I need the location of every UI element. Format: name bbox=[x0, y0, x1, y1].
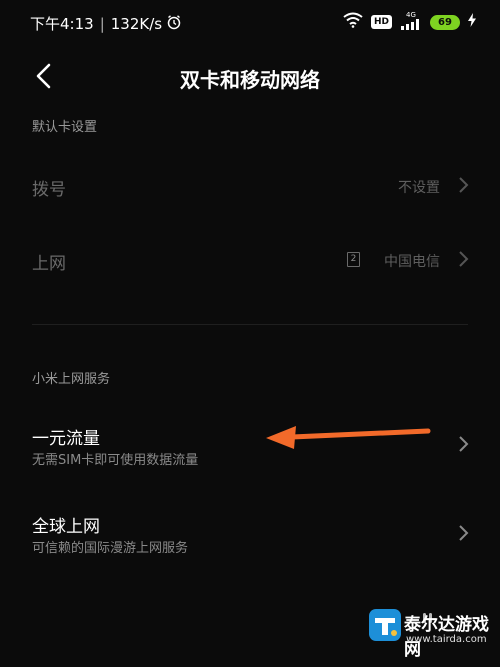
status-left: 下午4:13 | 132K/s bbox=[30, 13, 182, 34]
status-right: HD 4G 69 bbox=[343, 12, 476, 32]
chevron-right-icon bbox=[458, 435, 470, 453]
row-data-value: 中国电信 bbox=[384, 254, 440, 270]
chevron-right-icon bbox=[458, 176, 470, 194]
status-time: 下午4:13 bbox=[30, 15, 94, 33]
row-global-internet[interactable]: 全球上网 可信赖的国际漫游上网服务 bbox=[0, 503, 500, 563]
section-label-default-card: 默认卡设置 bbox=[32, 120, 98, 135]
row-one-yuan-data-title: 一元流量 bbox=[32, 429, 100, 449]
battery-indicator: 69 bbox=[430, 14, 460, 30]
annotation-arrow-icon bbox=[264, 420, 432, 452]
sim-slot-badge: 2 bbox=[347, 252, 360, 267]
signal-icon bbox=[400, 19, 422, 32]
hd-voice-badge: HD bbox=[370, 15, 392, 29]
watermark-logo-icon bbox=[368, 608, 402, 642]
alarm-icon bbox=[166, 14, 182, 34]
wifi-icon bbox=[343, 12, 363, 32]
section-divider bbox=[32, 324, 468, 325]
row-dial[interactable]: 拨号 不设置 bbox=[0, 160, 500, 210]
row-global-internet-subtitle: 可信赖的国际漫游上网服务 bbox=[32, 541, 189, 556]
page-title: 双卡和移动网络 bbox=[180, 68, 320, 92]
watermark: 泰尔达游戏网 www.tairda.com bbox=[366, 604, 500, 667]
status-network-speed: 132K/s bbox=[110, 14, 163, 33]
chevron-right-icon bbox=[458, 524, 470, 542]
row-global-internet-title: 全球上网 bbox=[32, 517, 100, 537]
status-bar: 下午4:13 | 132K/s HD 4G 69 bbox=[0, 0, 500, 44]
row-one-yuan-data-subtitle: 无需SIM卡即可使用数据流量 bbox=[32, 453, 199, 468]
status-separator: | bbox=[99, 14, 105, 33]
row-data-title: 上网 bbox=[32, 254, 66, 274]
row-data[interactable]: 上网 2 中国电信 bbox=[0, 235, 500, 285]
header: 双卡和移动网络 bbox=[0, 56, 500, 96]
watermark-url: www.tairda.com bbox=[406, 634, 487, 645]
row-dial-value: 不设置 bbox=[398, 180, 440, 196]
network-type-label: 4G bbox=[406, 11, 416, 19]
row-dial-title: 拨号 bbox=[32, 180, 66, 200]
charging-icon bbox=[468, 13, 476, 31]
network-indicator: 4G bbox=[400, 12, 422, 32]
section-label-xiaomi-services: 小米上网服务 bbox=[32, 372, 111, 387]
chevron-right-icon bbox=[458, 250, 470, 268]
